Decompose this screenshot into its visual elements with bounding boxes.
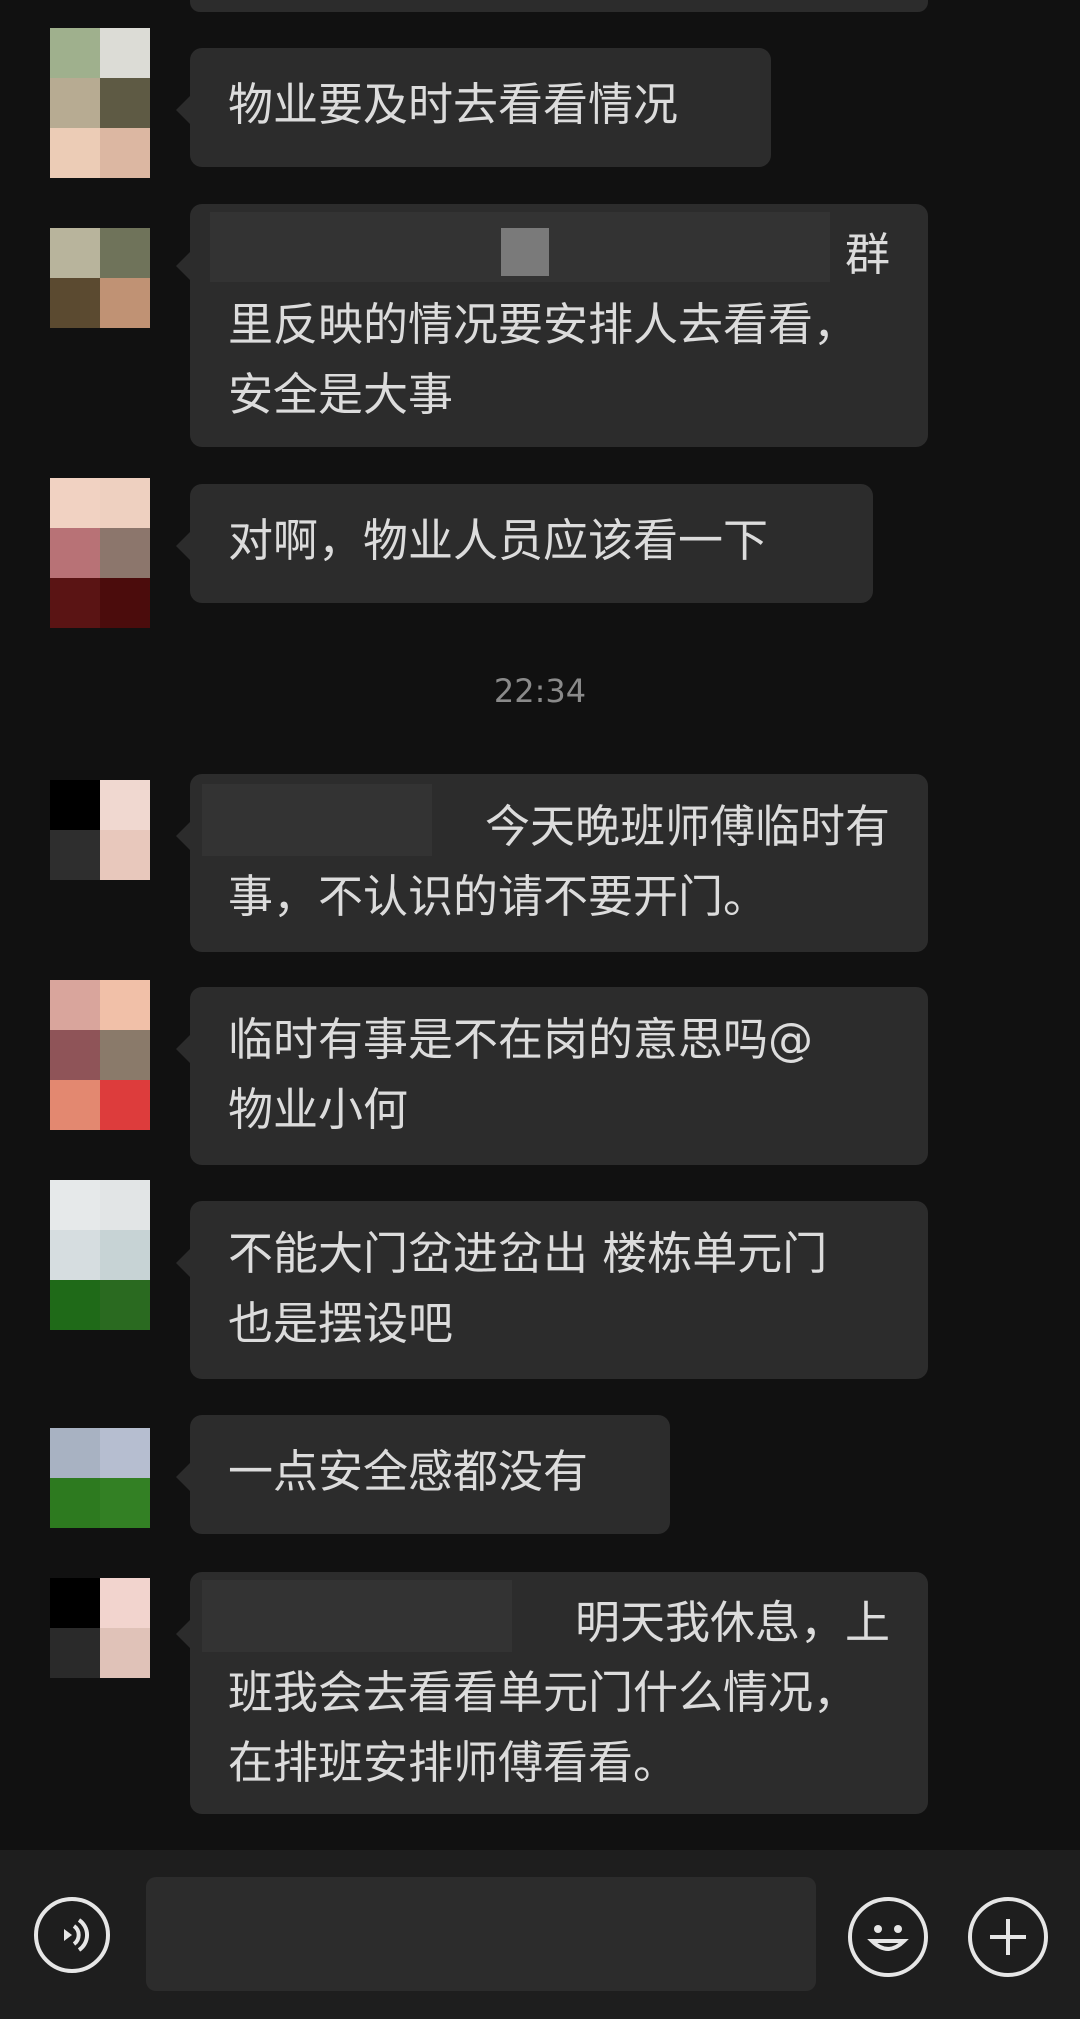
message-input[interactable] — [146, 1877, 816, 1991]
message-bubble[interactable]: 一点安全感都没有 — [176, 1415, 670, 1534]
voice-icon — [64, 1918, 89, 1952]
avatar[interactable] — [50, 478, 150, 628]
message-bubble[interactable]: 对啊，物业人员应该看一下 — [176, 484, 873, 603]
redacted-mark — [501, 228, 549, 276]
partial-message-bubble — [190, 0, 928, 12]
message-text: 一点安全感都没有 — [228, 1445, 589, 1498]
message-text: 班我会去看看单元门什么情况， — [228, 1666, 859, 1719]
avatar[interactable] — [50, 1578, 150, 1678]
message-text: 临时有事是不在岗的意思吗@ — [228, 1013, 814, 1066]
message-text: 不能大门岔进岔出 楼栋单元门 — [228, 1227, 828, 1280]
emoji-icon — [867, 1925, 909, 1951]
voice-button[interactable] — [34, 1897, 110, 1973]
avatar[interactable] — [50, 1180, 150, 1330]
avatar[interactable] — [50, 980, 150, 1130]
message-text: 事，不认识的请不要开门。 — [228, 870, 769, 923]
redacted-name — [202, 784, 432, 856]
plus-button[interactable] — [968, 1897, 1048, 1977]
message-bubble[interactable]: 临时有事是不在岗的意思吗@ 物业小何 — [176, 987, 928, 1165]
message-text: 也是摆设吧 — [228, 1297, 454, 1350]
message-text: 里反映的情况要安排人去看看， — [228, 298, 859, 351]
plus-icon — [990, 1919, 1026, 1955]
message-text: 物业小何 — [228, 1083, 409, 1136]
message-bubble[interactable]: 群 里反映的情况要安排人去看看， 安全是大事 — [176, 204, 928, 447]
message-bubble[interactable]: 不能大门岔进岔出 楼栋单元门 也是摆设吧 — [176, 1201, 928, 1379]
message-bubble[interactable]: 今天晚班师傅临时有 事，不认识的请不要开门。 — [176, 774, 928, 952]
chat-screen: 物业要及时去看看情况 群 里反映的情况要安排人去看看， 安全是大事 对啊，物业人… — [0, 0, 1080, 2019]
avatar[interactable] — [50, 228, 150, 328]
message-text: 在排班安排师傅看看。 — [228, 1736, 679, 1789]
redacted-name — [202, 1580, 512, 1652]
avatar[interactable] — [50, 780, 150, 880]
avatar[interactable] — [50, 1428, 150, 1528]
message-bubble[interactable]: 物业要及时去看看情况 — [176, 48, 771, 167]
message-text: 物业要及时去看看情况 — [228, 78, 679, 131]
timestamp: 22:34 — [493, 672, 587, 710]
emoji-button[interactable] — [848, 1897, 928, 1977]
message-text: 安全是大事 — [228, 368, 454, 421]
input-bar — [0, 1850, 1080, 2019]
message-text: 对啊，物业人员应该看一下 — [228, 514, 769, 567]
avatar[interactable] — [50, 28, 150, 178]
message-bubble[interactable]: 明天我休息，上 班我会去看看单元门什么情况， 在排班安排师傅看看。 — [176, 1572, 928, 1814]
